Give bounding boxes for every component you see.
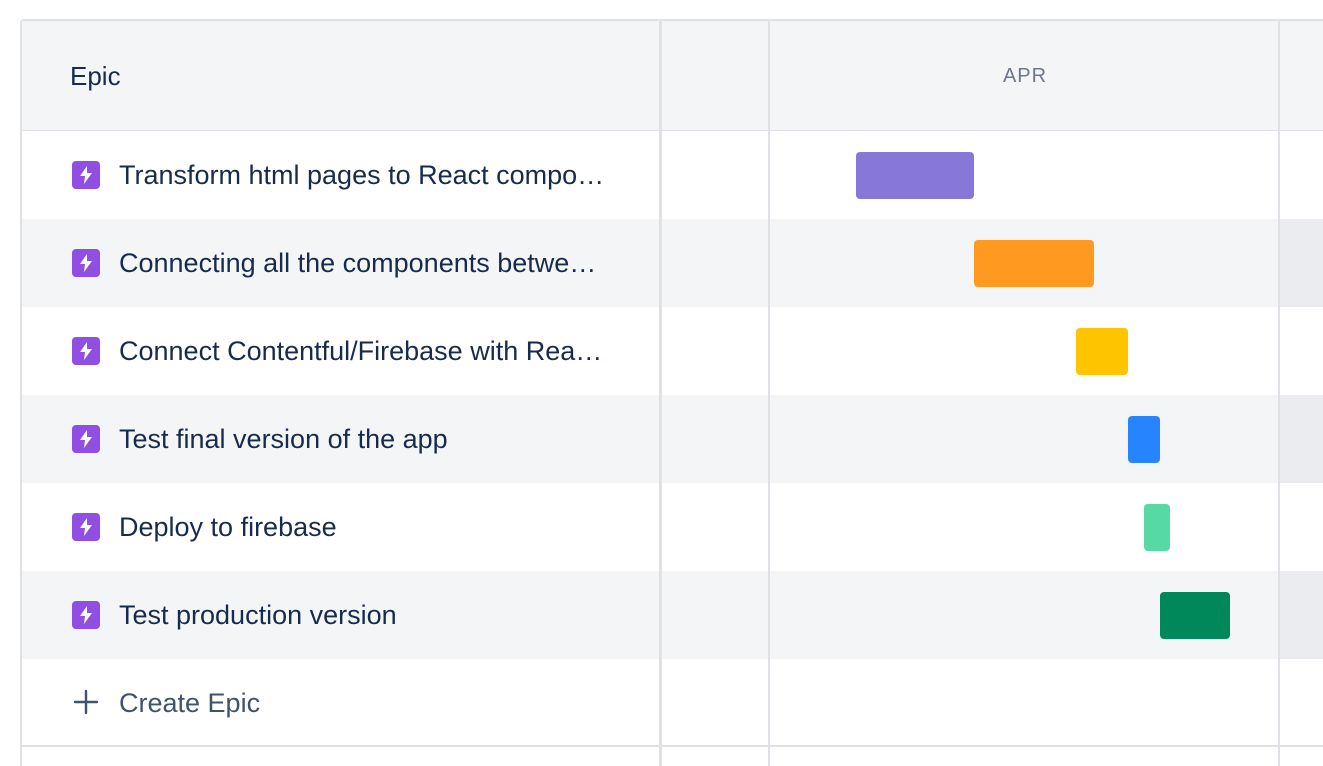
lightning-icon bbox=[72, 249, 100, 277]
epic-title[interactable]: Connecting all the components betwe… bbox=[119, 219, 644, 307]
epic-row[interactable]: Test production version bbox=[22, 571, 1323, 659]
timeline-gridline bbox=[1278, 21, 1280, 766]
timeline-gridline bbox=[768, 21, 770, 766]
month-label-apr: APR bbox=[1002, 65, 1048, 87]
roadmap-grid: Epic APR Transform html pages to React c… bbox=[20, 19, 1323, 766]
roadmap-header: Epic APR bbox=[22, 21, 1323, 131]
epic-title[interactable]: Transform html pages to React compo… bbox=[119, 131, 644, 219]
epic-timeline-bar[interactable] bbox=[1128, 416, 1160, 463]
epic-row[interactable]: Transform html pages to React compo… bbox=[22, 131, 1323, 219]
epic-row[interactable]: Deploy to firebase bbox=[22, 483, 1323, 571]
epic-title[interactable]: Test production version bbox=[119, 571, 644, 659]
lightning-icon bbox=[72, 337, 100, 365]
epic-title[interactable]: Test final version of the app bbox=[119, 395, 644, 483]
epic-timeline-bar[interactable] bbox=[1076, 328, 1128, 375]
epic-timeline-bar[interactable] bbox=[1160, 592, 1230, 639]
epic-row[interactable]: Connecting all the components betwe… bbox=[22, 219, 1323, 307]
epic-title[interactable]: Deploy to firebase bbox=[119, 483, 644, 571]
create-epic-button[interactable]: Create Epic bbox=[119, 659, 260, 745]
lightning-icon bbox=[72, 161, 100, 189]
epic-title[interactable]: Connect Contentful/Firebase with Rea… bbox=[119, 307, 644, 395]
epic-timeline-bar[interactable] bbox=[1144, 504, 1170, 551]
epic-column-header: Epic bbox=[70, 61, 121, 91]
lightning-icon bbox=[72, 601, 100, 629]
lightning-icon bbox=[72, 513, 100, 541]
plus-icon bbox=[72, 688, 100, 716]
lightning-icon bbox=[72, 425, 100, 453]
epic-timeline-bar[interactable] bbox=[974, 240, 1094, 287]
column-resize-divider[interactable] bbox=[659, 21, 662, 766]
epic-timeline-bar[interactable] bbox=[856, 152, 974, 199]
create-epic-row[interactable]: Create Epic bbox=[22, 659, 1323, 747]
